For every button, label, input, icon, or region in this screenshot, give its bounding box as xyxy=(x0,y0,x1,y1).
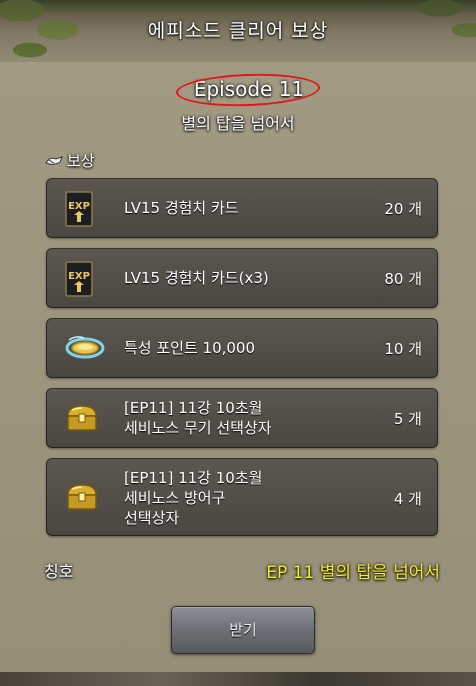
reward-name: LV15 경험치 카드(x3) xyxy=(124,269,269,287)
reward-quantity: 10 개 xyxy=(384,340,422,358)
episode-subtitle: 별의 탑을 넘어서 xyxy=(181,114,295,133)
reward-name: [EP11] 11강 10초월 세비노스 무기 선택상자 xyxy=(124,399,272,437)
reward-quantity: 5 개 xyxy=(393,410,422,428)
reward-row: EXP LV15 경험치 카드 20 개 xyxy=(46,178,438,238)
exp-card-icon: EXP xyxy=(65,261,93,297)
reward-quantity: 20 개 xyxy=(384,200,422,218)
reward-gift-icon xyxy=(45,155,63,165)
rewards-section-label: 보상 xyxy=(44,150,95,171)
reward-quantity: 80 개 xyxy=(384,270,422,288)
treasure-chest-icon xyxy=(67,484,97,510)
title-reward-value: EP 11 별의 탑을 넘어서 xyxy=(266,563,440,583)
reward-name: [EP11] 11강 10초월 세비노스 방어구 선택상자 xyxy=(124,469,263,527)
reward-quantity: 4 개 xyxy=(393,490,422,508)
bottom-border-decoration xyxy=(0,672,476,686)
reward-row: [EP11] 11강 10초월 세비노스 무기 선택상자 5 개 xyxy=(46,388,438,448)
treasure-chest-icon xyxy=(67,405,97,431)
reward-row: EXP LV15 경험치 카드(x3) 80 개 xyxy=(46,248,438,308)
header-bar: 에피소드 클리어 보상 xyxy=(0,0,476,62)
header-title: 에피소드 클리어 보상 xyxy=(147,20,329,42)
trait-point-icon xyxy=(65,336,105,359)
receive-button[interactable]: 받기 xyxy=(171,606,315,654)
svg-text:EXP: EXP xyxy=(68,271,90,282)
reward-name: 특성 포인트 10,000 xyxy=(124,339,256,357)
rewards-section-text: 보상 xyxy=(67,152,95,170)
reward-name: LV15 경험치 카드 xyxy=(124,199,239,217)
svg-text:EXP: EXP xyxy=(68,201,90,212)
title-reward-label: 칭호 xyxy=(44,562,74,581)
reward-panel: 에피소드 클리어 보상 Episode 11 별의 탑을 넘어서 보상 EXP … xyxy=(0,0,476,686)
reward-row: 특성 포인트 10,000 10 개 xyxy=(46,318,438,378)
exp-card-icon: EXP xyxy=(65,191,93,227)
reward-row: [EP11] 11강 10초월 세비노스 방어구 선택상자 4 개 xyxy=(46,458,438,536)
